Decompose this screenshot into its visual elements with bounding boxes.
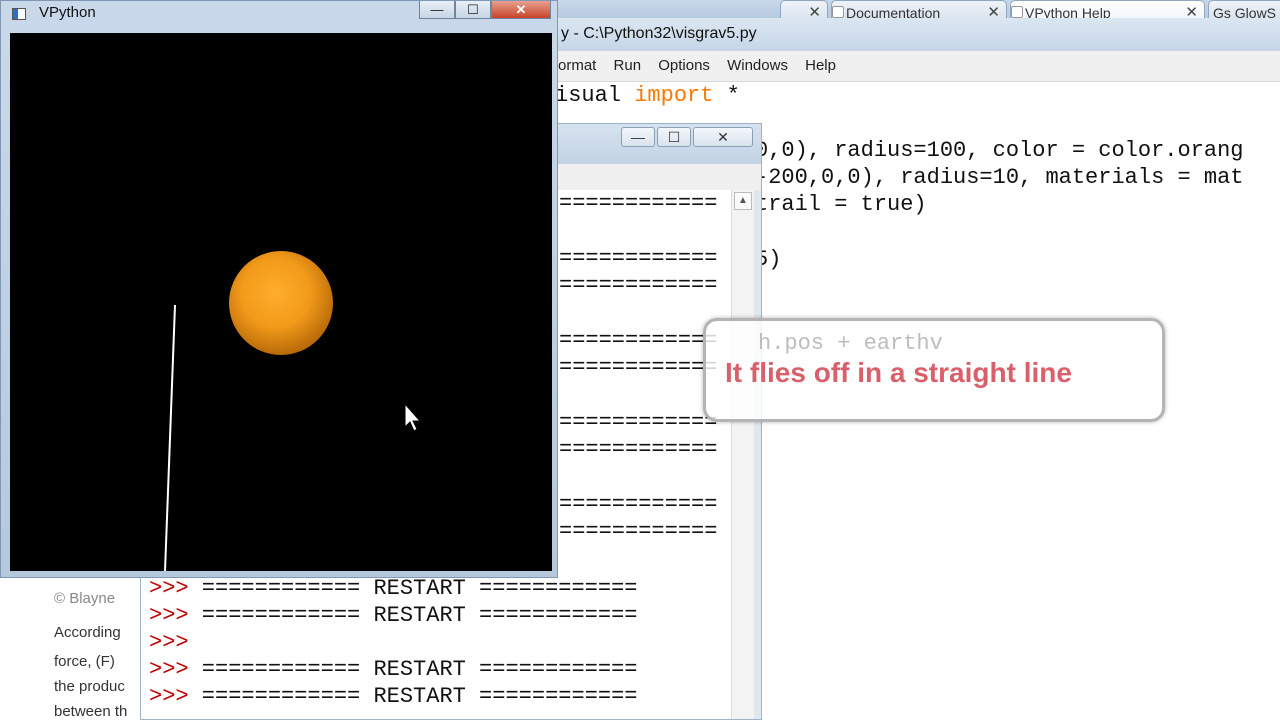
shell-line: >>> [149, 630, 189, 655]
minimize-button[interactable]: — [621, 127, 655, 147]
menu-run[interactable]: Run [614, 51, 642, 81]
close-button[interactable]: ✕ [491, 1, 551, 19]
shell-line: ============ [559, 519, 718, 544]
browser-tab-vpython-help[interactable]: VPython Help ✕ [1010, 0, 1205, 20]
article-text: the produc [54, 678, 125, 695]
shell-line: ============ [559, 273, 718, 298]
shell-line: ============ [559, 191, 718, 216]
maximize-button[interactable]: ☐ [455, 1, 491, 19]
window-controls: — ☐ ✕ [419, 1, 553, 21]
window-app-icon [12, 8, 26, 20]
window-title: VPython [39, 4, 96, 21]
browser-tab-glowscript[interactable]: Gs GlowS [1208, 0, 1280, 20]
article-text: According [54, 624, 121, 641]
scroll-up-arrow-icon[interactable]: ▲ [734, 192, 752, 210]
shell-line: ============ [559, 410, 718, 435]
page-icon [1011, 6, 1023, 18]
browser-tab-strip: ✕ Documentation ✕ VPython Help ✕ Gs Glow… [555, 0, 1280, 20]
callout-caption: It flies off in a straight line [725, 357, 1072, 388]
minimize-button[interactable]: — [419, 1, 455, 19]
copyright-text: © Blayne [54, 590, 116, 607]
shell-line: >>> ============ RESTART ============ [149, 657, 638, 682]
vpython-window: VPython — ☐ ✕ [0, 0, 558, 578]
menu-options[interactable]: Options [658, 51, 710, 81]
shell-line: ============ [559, 355, 718, 380]
webpage-background: © Blayne According force, (F) the produc… [0, 560, 141, 720]
window-title-bar[interactable]: y - C:\Python32\visgrav5.py [555, 18, 1280, 51]
code-line: isual import * [555, 83, 740, 108]
window-title: y - C:\Python32\visgrav5.py [561, 25, 757, 42]
sun-sphere [229, 251, 333, 355]
earth-trail-line [164, 304, 176, 572]
shell-line: ============ [559, 328, 718, 353]
browser-tab[interactable]: ✕ [780, 0, 828, 20]
page-icon [832, 6, 844, 18]
menu-help[interactable]: Help [805, 51, 836, 81]
article-text: force, (F) [54, 653, 115, 670]
vertical-scrollbar[interactable]: ▲ [731, 190, 754, 719]
close-button[interactable]: ✕ [693, 127, 753, 147]
code-line: -200,0,0), radius=10, materials = mat [755, 165, 1244, 190]
menu-bar: ormat Run Options Windows Help [555, 51, 1280, 82]
browser-tab-documentation[interactable]: Documentation ✕ [831, 0, 1007, 20]
maximize-button[interactable]: ☐ [657, 127, 691, 147]
window-controls: — ☐ ✕ [621, 127, 756, 149]
shell-line: ============ [559, 492, 718, 517]
code-line: trail = true) [755, 192, 927, 217]
shell-line: ============ [559, 437, 718, 462]
shell-line: >>> ============ RESTART ============ [149, 684, 638, 709]
menu-format[interactable]: ormat [558, 51, 596, 81]
shell-line: >>> ============ RESTART ============ [149, 603, 638, 628]
mouse-cursor-icon [404, 402, 422, 432]
menu-windows[interactable]: Windows [727, 51, 788, 81]
callout-code-text: h.pos + earthv [758, 331, 943, 356]
scene-svg [164, 251, 422, 572]
3d-scene-canvas[interactable] [10, 33, 552, 572]
article-text: between th [54, 703, 128, 720]
annotation-callout: h.pos + earthv It flies off in a straigh… [703, 318, 1165, 422]
shell-line: >>> ============ RESTART ============ [149, 576, 638, 601]
code-line: 0,0), radius=100, color = color.orang [755, 138, 1244, 163]
shell-line: ============ [559, 246, 718, 271]
